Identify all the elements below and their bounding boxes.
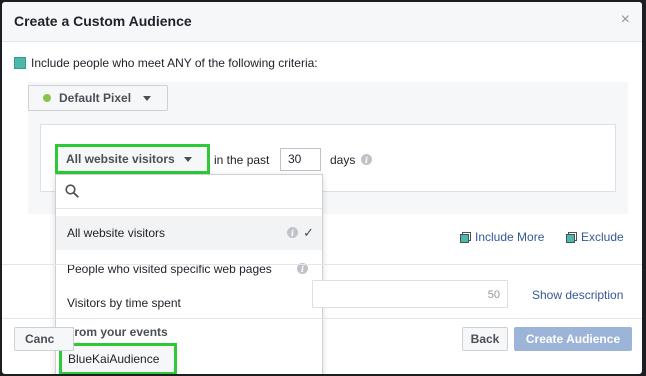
pixel-selector-button[interactable]: Default Pixel: [28, 85, 168, 111]
include-criteria-line: Include people who meet ANY of the follo…: [14, 56, 318, 70]
chevron-down-icon: [143, 95, 152, 101]
include-square-icon: [14, 57, 26, 69]
include-more-button[interactable]: Include More: [460, 230, 544, 244]
create-audience-button[interactable]: Create Audience: [514, 327, 632, 351]
option-all-website-visitors[interactable]: All website visitors i ✓: [56, 216, 322, 250]
include-more-label: Include More: [475, 230, 545, 244]
audience-name-input[interactable]: 50: [312, 280, 508, 308]
exclude-button[interactable]: Exclude: [566, 230, 624, 244]
visitors-type-select[interactable]: All website visitors: [55, 144, 210, 174]
section-divider: [2, 264, 642, 265]
create-custom-audience-dialog: Create a Custom Audience × Include peopl…: [2, 2, 642, 374]
events-section-header: From your events: [67, 325, 168, 339]
footer-divider: [2, 318, 642, 319]
visitors-type-label: All website visitors: [66, 152, 175, 166]
pixel-label: Default Pixel: [59, 91, 132, 105]
days-label: days: [330, 153, 356, 167]
pixel-status-dot-icon: [43, 94, 51, 102]
cancel-button[interactable]: Canc: [14, 327, 74, 351]
info-icon[interactable]: i: [287, 227, 298, 238]
exclude-label: Exclude: [581, 230, 624, 244]
character-counter: 50: [487, 289, 500, 301]
option-label: Visitors by time spent: [67, 296, 181, 310]
back-button[interactable]: Back: [462, 327, 508, 351]
include-more-icon: [460, 232, 471, 243]
checkmark-icon: ✓: [303, 225, 314, 240]
show-description-link[interactable]: Show description: [532, 288, 623, 302]
dropdown-search-row: [56, 175, 322, 209]
include-criteria-text: Include people who meet ANY of the follo…: [31, 56, 318, 70]
search-icon: [65, 184, 79, 198]
days-input[interactable]: 30: [280, 148, 321, 171]
close-icon[interactable]: ×: [621, 12, 630, 28]
dialog-header: Create a Custom Audience ×: [2, 2, 642, 42]
dropdown-search-input[interactable]: [86, 181, 314, 203]
dialog-title: Create a Custom Audience: [14, 13, 192, 29]
option-specific-web-pages[interactable]: People who visited specific web pages i: [56, 252, 322, 286]
option-label: All website visitors: [67, 226, 166, 240]
info-icon[interactable]: i: [361, 154, 372, 165]
visitors-dropdown-menu: All website visitors i ✓ People who visi…: [55, 174, 323, 374]
option-time-spent[interactable]: Visitors by time spent: [56, 286, 322, 320]
chevron-down-icon: [183, 156, 192, 162]
event-option-bluekaiaudience[interactable]: BlueKaiAudience: [59, 343, 177, 374]
exclude-icon: [566, 232, 577, 243]
event-option-label: BlueKaiAudience: [68, 352, 160, 366]
in-the-past-label: in the past: [214, 153, 270, 167]
